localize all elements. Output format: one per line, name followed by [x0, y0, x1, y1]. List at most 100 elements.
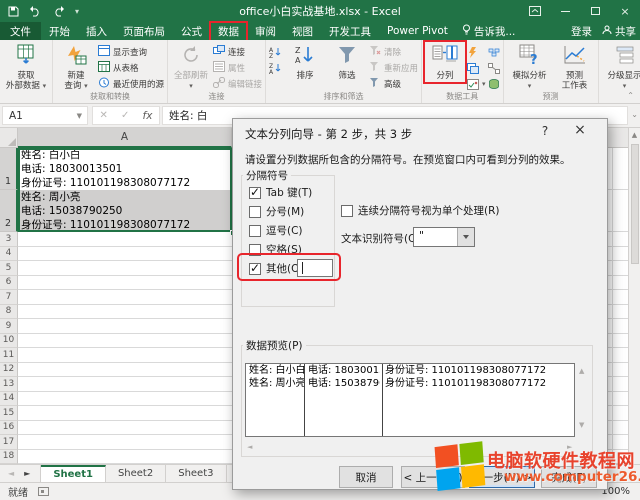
checkbox[interactable]	[249, 225, 261, 237]
row-header[interactable]: 18	[0, 450, 18, 465]
ribbon-tab[interactable]: 文件	[0, 22, 41, 41]
flash-fill-button[interactable]	[467, 45, 486, 59]
edit-links-button[interactable]: 编辑链接	[213, 77, 262, 91]
row-header-2[interactable]: 2	[0, 190, 18, 232]
checkbox[interactable]	[249, 244, 261, 256]
delimiter-checkbox-row[interactable]: 空格(S)	[249, 242, 302, 257]
connections-button[interactable]: 连接	[213, 45, 262, 59]
sort-button[interactable]: ZA 排序	[285, 42, 325, 82]
ribbon-tab[interactable]: 插入	[78, 22, 115, 41]
preview-scroll-down-icon[interactable]: ▼	[579, 421, 584, 429]
collapse-ribbon-icon[interactable]: ⌃	[627, 91, 634, 100]
sheet-tab[interactable]: Sheet2	[106, 465, 166, 483]
confirm-entry-icon[interactable]: ✓	[121, 110, 129, 121]
macro-record-icon[interactable]	[38, 487, 49, 496]
preview-scroll-left-icon[interactable]: ◄	[247, 443, 252, 451]
ribbon-tab[interactable]: 开发工具	[321, 22, 379, 41]
row-header[interactable]: 3	[0, 232, 18, 247]
consolidate-button[interactable]	[488, 45, 500, 59]
maximize-button[interactable]	[580, 0, 610, 22]
sort-az-button[interactable]: AZ	[269, 45, 283, 59]
insert-function-icon[interactable]: fx	[143, 110, 153, 122]
scrollbar-thumb[interactable]	[631, 144, 639, 264]
ribbon-tab[interactable]: 公式	[173, 22, 210, 41]
column-header-a[interactable]: A	[18, 128, 232, 148]
dialog-close-button[interactable]: ×	[565, 122, 595, 142]
next-button[interactable]: 下一步(N) >	[469, 466, 535, 488]
delimiter-checkbox-row[interactable]: Tab 键(T)	[249, 185, 312, 200]
other-delimiter-input[interactable]	[297, 259, 333, 277]
undo-icon[interactable]	[29, 6, 42, 17]
properties-button[interactable]: 属性	[213, 61, 262, 75]
vertical-scrollbar[interactable]: ▲	[628, 128, 640, 464]
text-to-columns-button[interactable]: 分列	[425, 42, 465, 82]
preview-column-divider[interactable]	[304, 364, 305, 436]
clear-filter-button[interactable]: 清除	[369, 45, 418, 59]
get-external-data-button[interactable]: 获取 外部数据 ▾	[3, 42, 49, 91]
preview-column-divider[interactable]	[382, 364, 383, 436]
minimize-button[interactable]	[550, 0, 580, 22]
row-header[interactable]: 5	[0, 261, 18, 276]
what-if-analysis-button[interactable]: ? 模拟分析 ▾	[507, 42, 553, 90]
row-header[interactable]: 6	[0, 276, 18, 291]
new-query-button[interactable]: 新建 查询 ▾	[56, 42, 96, 91]
tab-tell-me[interactable]: 告诉我...	[456, 22, 522, 41]
delimiter-checkbox-row[interactable]: 逗号(C)	[249, 223, 303, 238]
row-header[interactable]: 11	[0, 348, 18, 363]
redo-icon[interactable]	[52, 6, 65, 17]
cell-a2[interactable]: 姓名: 周小亮电话: 15038790250身份证号: 110101198308…	[18, 190, 232, 232]
name-box[interactable]: A1 ▼	[2, 106, 88, 125]
row-header[interactable]: 9	[0, 319, 18, 334]
delimiter-checkbox-row[interactable]: 分号(M)	[249, 204, 304, 219]
row-header-1[interactable]: 1	[0, 148, 18, 190]
checkbox[interactable]	[249, 187, 261, 199]
row-header[interactable]: 14	[0, 392, 18, 407]
row-header[interactable]: 17	[0, 435, 18, 450]
other-checkbox[interactable]	[249, 263, 261, 275]
row-header[interactable]: 10	[0, 334, 18, 349]
finish-button[interactable]: 完成(F)	[541, 466, 597, 488]
forecast-sheet-button[interactable]: 预测 工作表	[555, 42, 595, 91]
recent-sources-button[interactable]: 最近使用的源	[98, 77, 164, 91]
ribbon-tab[interactable]: Power Pivot	[379, 23, 456, 39]
consecutive-checkbox[interactable]	[341, 205, 353, 217]
sheet-nav-left-icon[interactable]: ◄	[8, 469, 14, 478]
sort-za-button[interactable]: ZA	[269, 61, 283, 75]
qat-customize-icon[interactable]: ▾	[75, 7, 79, 16]
checkbox[interactable]	[249, 206, 261, 218]
manage-data-model-button[interactable]	[488, 77, 500, 91]
namebox-dropdown-icon[interactable]: ▼	[77, 112, 87, 120]
show-queries-button[interactable]: 显示查询	[98, 45, 164, 59]
back-button[interactable]: < 上一步(B)	[401, 466, 465, 488]
data-validation-button[interactable]: ▾	[467, 77, 486, 91]
share-button[interactable]: 共享	[602, 24, 636, 39]
refresh-all-button[interactable]: 全部刷新 ▾	[171, 42, 211, 90]
advanced-filter-button[interactable]: 高级	[369, 77, 418, 91]
close-button[interactable]: ×	[610, 0, 640, 22]
preview-scroll-up-icon[interactable]: ▲	[579, 367, 584, 375]
cancel-entry-icon[interactable]: ✕	[100, 110, 108, 121]
reapply-filter-button[interactable]: 重新应用	[369, 61, 418, 75]
sheet-nav-right-icon[interactable]: ►	[24, 469, 30, 478]
preview-scroll-right-icon[interactable]: ►	[567, 443, 572, 451]
ribbon-tab[interactable]: 页面布局	[115, 22, 173, 41]
filter-button[interactable]: 筛选	[327, 42, 367, 82]
ribbon-display-options-icon[interactable]	[520, 0, 550, 22]
relationships-button[interactable]	[488, 61, 500, 75]
sheet-tab[interactable]: Sheet1	[41, 465, 106, 483]
from-table-button[interactable]: 从表格	[98, 61, 164, 75]
ribbon-tab[interactable]: 审阅	[247, 22, 284, 41]
ribbon-tab[interactable]: 视图	[284, 22, 321, 41]
formula-bar-expand-icon[interactable]: ⌄	[631, 110, 638, 119]
select-all-corner[interactable]	[0, 128, 18, 148]
row-header[interactable]: 12	[0, 363, 18, 378]
outline-button[interactable]: 分级显示 ▾	[602, 42, 640, 90]
scroll-up-icon[interactable]: ▲	[629, 128, 640, 139]
row-header[interactable]: 13	[0, 377, 18, 392]
combo-dropdown-icon[interactable]	[457, 228, 474, 246]
sheet-tab[interactable]: Sheet3	[166, 465, 226, 483]
row-header[interactable]: 4	[0, 247, 18, 262]
cell-a1[interactable]: 姓名: 白小白电话: 18030013501身份证号: 110101198308…	[18, 148, 232, 190]
dialog-help-button[interactable]: ?	[533, 124, 557, 142]
ribbon-tab[interactable]: 数据	[210, 22, 247, 41]
